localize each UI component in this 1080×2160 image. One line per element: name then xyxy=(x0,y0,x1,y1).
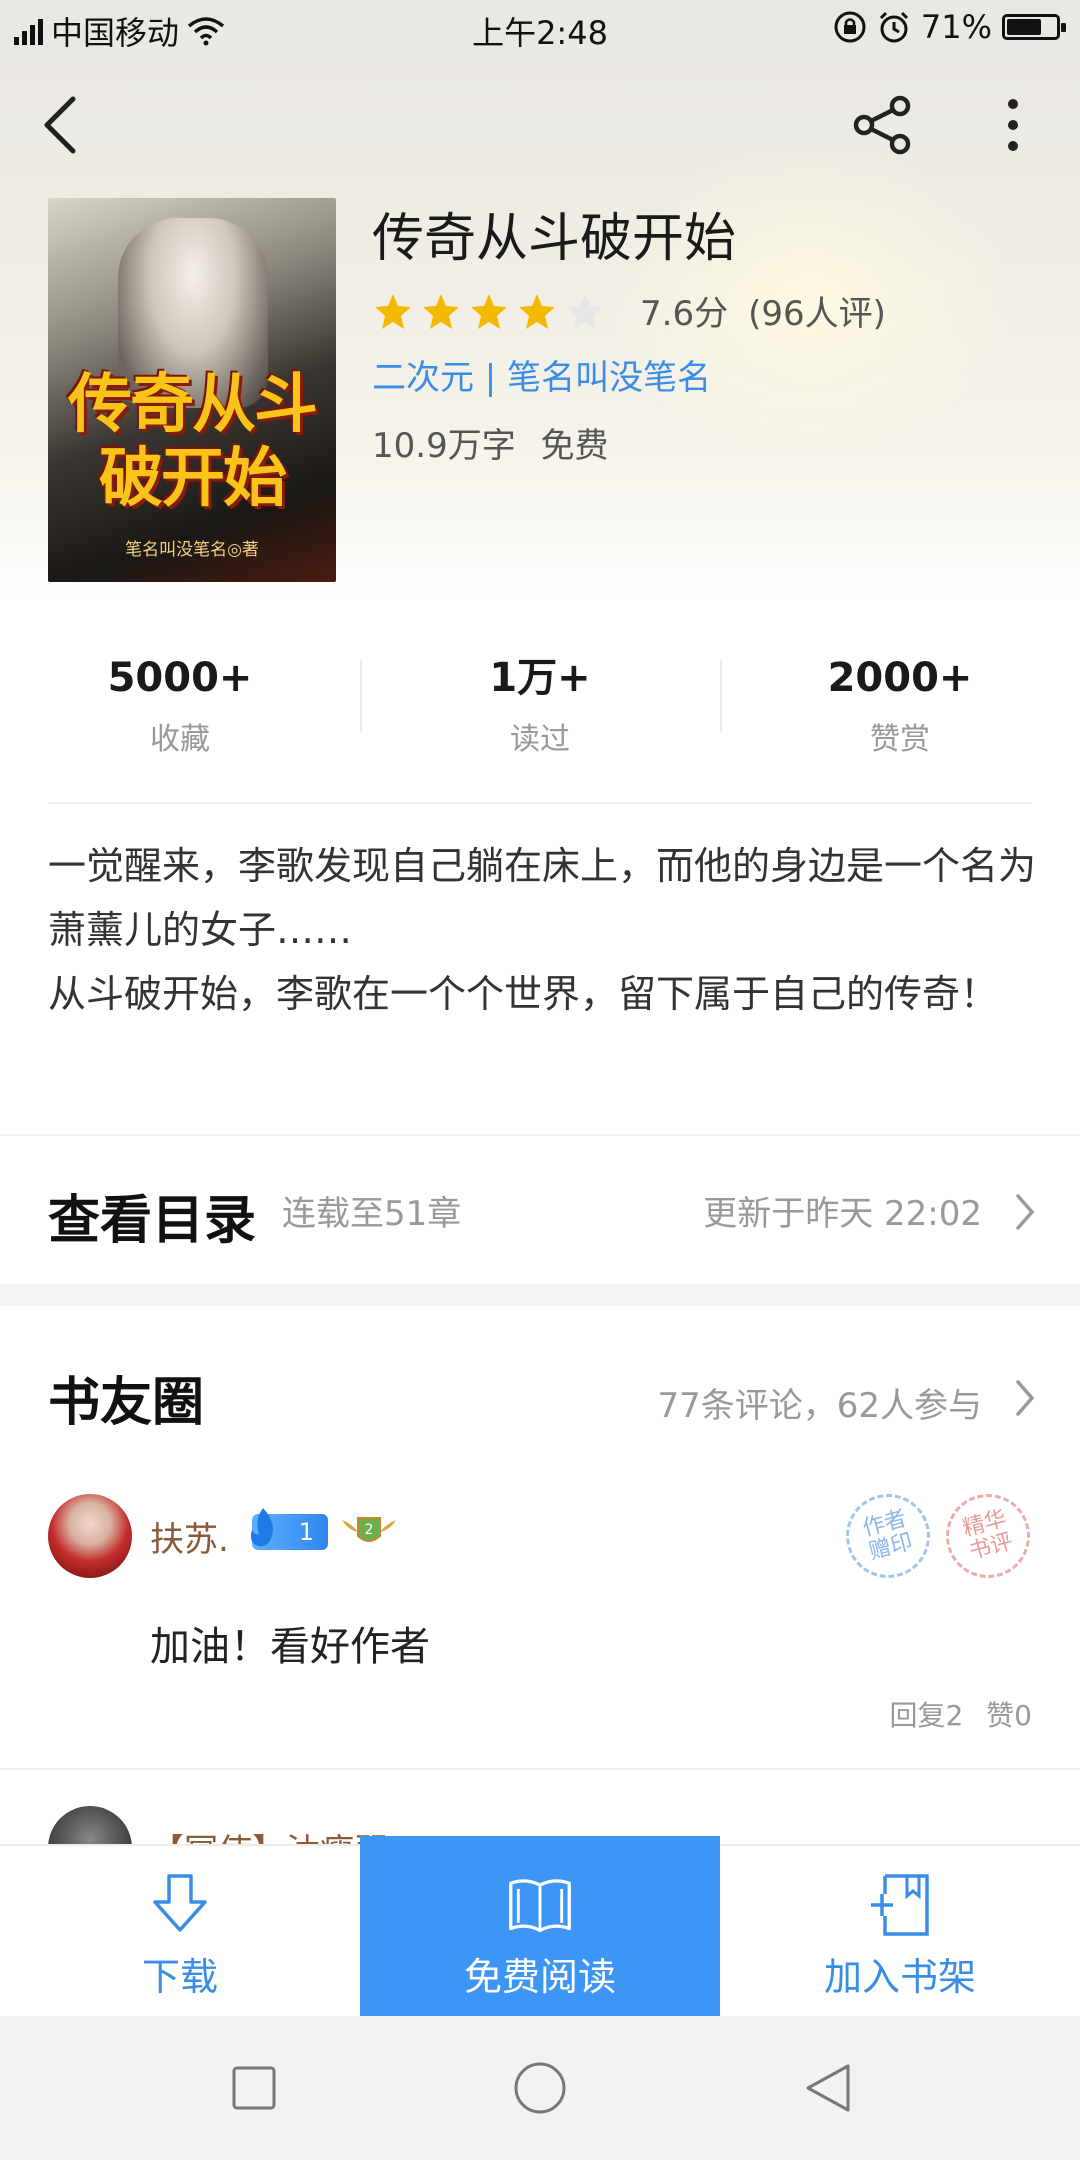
flame-icon xyxy=(250,1508,273,1547)
download-button[interactable]: 下载 xyxy=(40,1846,320,2018)
rotation-lock-icon xyxy=(834,11,866,43)
divider xyxy=(0,1768,1080,1770)
battery-icon xyxy=(1002,14,1066,40)
back-button[interactable] xyxy=(26,90,96,160)
battery-level xyxy=(1007,19,1042,35)
rating-count: (96人评) xyxy=(748,294,886,334)
synopsis[interactable]: 一觉醒来，李歌发现自己躺在床上，而他的身边是一个名为萧薰儿的女子…… 从斗破开始… xyxy=(48,834,1038,1026)
price-label: 免费 xyxy=(540,426,609,466)
comment-username[interactable]: 【冥使】沐瘦弱 xyxy=(150,1824,388,1846)
stat-rewards: 2000+ 赞赏 xyxy=(720,648,1080,768)
star-filled-icon xyxy=(519,293,555,329)
stat-favorites: 5000+ 收藏 xyxy=(0,648,360,768)
synopsis-line: 一觉醒来，李歌发现自己躺在床上，而他的身边是一个名为萧薰儿的女子…… xyxy=(48,844,1037,952)
comment-username[interactable]: 扶苏. xyxy=(150,1512,229,1561)
more-button[interactable] xyxy=(978,90,1048,160)
avatar[interactable] xyxy=(48,1806,132,1846)
star-empty-icon xyxy=(567,293,603,329)
synopsis-line: 从斗破开始，李歌在一个个世界，留下属于自己的传奇！ xyxy=(48,972,999,1016)
rating-row: 7.6分 (96人评) xyxy=(374,286,886,335)
status-bar: 中国移动 上午2:48 71% xyxy=(0,0,1080,56)
featured-stamp-badge: 精华 书评 xyxy=(936,1484,1040,1588)
catalog-title: 查看目录 xyxy=(48,1190,257,1251)
book-tags[interactable]: 二次元 | 笔名叫没笔名 xyxy=(372,350,711,399)
comment-meta: 回复2 赞0 xyxy=(889,1694,1032,1734)
back-arrow-icon xyxy=(44,96,76,154)
book-title: 传奇从斗破开始 xyxy=(372,209,737,269)
star-filled-icon xyxy=(423,293,459,329)
home-icon[interactable] xyxy=(512,2060,568,2116)
share-icon xyxy=(853,95,911,155)
update-time: 更新于昨天 22:02 xyxy=(703,1194,982,1234)
battery-percent: 71% xyxy=(920,8,992,46)
chevron-right-icon xyxy=(1016,1194,1035,1230)
alarm-icon xyxy=(879,11,908,43)
catalog-row[interactable]: 查看目录 连载至51章 更新于昨天 22:02 xyxy=(0,1136,1080,1284)
download-icon xyxy=(153,1874,207,1932)
stat-read: 1万+ 读过 xyxy=(360,648,720,768)
cover-author: 笔名叫没笔名◎著 xyxy=(125,540,259,560)
section-separator xyxy=(0,1284,1080,1306)
reply-count[interactable]: 回复2 xyxy=(889,1699,963,1732)
status-right: 71% xyxy=(833,8,1066,46)
bottom-action-bar: 下载 免费阅读 加入书架 xyxy=(0,1836,1080,2018)
comment-text: 加油！看好作者 xyxy=(150,1624,430,1670)
rating-stars xyxy=(374,292,604,330)
add-bookshelf-button[interactable]: 加入书架 xyxy=(760,1846,1040,2018)
star-filled-icon xyxy=(375,293,411,329)
cover-title: 传奇从斗破开始 xyxy=(68,367,318,516)
stats-row: 5000+ 收藏 1万+ 读过 2000+ 赞赏 xyxy=(0,648,1080,768)
stat-label: 读过 xyxy=(510,722,570,757)
medal-level: 2 xyxy=(365,1522,374,1538)
stat-value: 2000+ xyxy=(827,655,973,701)
stat-label: 赞赏 xyxy=(870,722,930,757)
star-filled-icon xyxy=(471,293,507,329)
add-bookshelf-label: 加入书架 xyxy=(823,1955,976,1999)
book-circle-summary[interactable]: 77条评论，62人参与 xyxy=(657,1378,982,1427)
back-triangle-icon[interactable] xyxy=(800,2060,856,2116)
share-button[interactable] xyxy=(848,90,918,160)
comment-item[interactable]: 扶苏. 1 2 作者 赠印 精华 书评 加油！看好作者 回复2 赞0 xyxy=(0,1484,1080,1770)
open-book-icon xyxy=(509,1879,571,1933)
word-count: 10.9万字 xyxy=(372,426,516,466)
book-meta: 10.9万字 免费 xyxy=(372,418,609,467)
download-label: 下载 xyxy=(141,1955,218,1999)
recents-icon[interactable] xyxy=(226,2060,282,2116)
book-circle-title: 书友圈 xyxy=(48,1372,205,1433)
author-stamp-badge: 作者 赠印 xyxy=(836,1484,940,1588)
book-cover[interactable]: 传奇从斗破开始 笔名叫没笔名◎著 xyxy=(48,198,336,582)
like-count[interactable]: 赞0 xyxy=(986,1699,1032,1732)
divider xyxy=(48,802,1032,804)
free-read-button[interactable]: 免费阅读 xyxy=(360,1836,720,2018)
stat-value: 5000+ xyxy=(107,655,253,701)
medal-icon: 2 xyxy=(342,1517,396,1542)
add-bookshelf-icon xyxy=(871,1874,929,1936)
stat-label: 收藏 xyxy=(150,722,210,757)
avatar[interactable] xyxy=(48,1494,132,1578)
more-vertical-icon xyxy=(1008,99,1018,151)
chevron-right-icon[interactable] xyxy=(1010,1376,1040,1420)
stat-value: 1万+ xyxy=(489,655,591,701)
rating-score: 7.6分 xyxy=(640,294,729,334)
free-read-label: 免费阅读 xyxy=(463,1955,616,1999)
serial-status: 连载至51章 xyxy=(282,1194,462,1234)
system-nav-bar xyxy=(0,2016,1080,2160)
